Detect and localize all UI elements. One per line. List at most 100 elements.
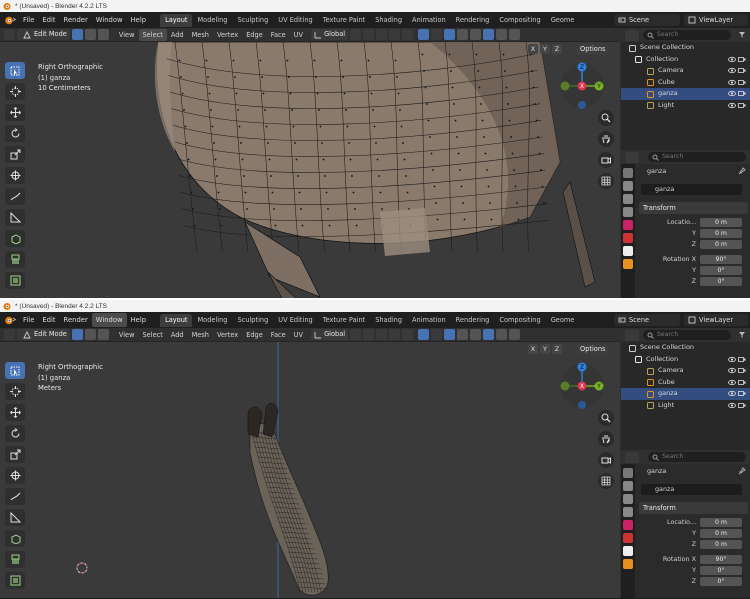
header-menu-uv[interactable]: UV xyxy=(290,329,307,341)
scene-selector[interactable]: Scene xyxy=(614,14,680,26)
tab-layout[interactable]: Layout xyxy=(160,13,193,27)
location-x-field[interactable]: 0 m xyxy=(700,218,742,227)
camera-render-icon[interactable] xyxy=(738,79,746,86)
tab-rendering[interactable]: Rendering xyxy=(451,14,495,27)
outliner-row-cube[interactable]: Cube xyxy=(621,77,750,89)
proportional-edit-button[interactable] xyxy=(389,329,401,340)
eye-icon[interactable] xyxy=(728,79,736,86)
location-z-field[interactable]: 0 m xyxy=(700,540,742,549)
filter-icon[interactable] xyxy=(738,331,746,339)
tab-sculpting[interactable]: Sculpting xyxy=(232,14,273,27)
add-cube-tool[interactable] xyxy=(5,530,25,547)
header-menu-view[interactable]: View xyxy=(115,29,139,41)
pin-icon[interactable] xyxy=(738,467,746,475)
scene-tab[interactable] xyxy=(623,220,633,230)
location-y-field[interactable]: 0 m xyxy=(700,529,742,538)
outliner-row-ganza[interactable]: ganza xyxy=(621,388,750,400)
location-y-field[interactable]: 0 m xyxy=(700,229,742,238)
properties-editor-button[interactable] xyxy=(625,451,639,463)
tab-geome[interactable]: Geome xyxy=(546,14,580,27)
ortho-toggle-button[interactable] xyxy=(598,173,614,189)
outliner-row-ganza[interactable]: ganza xyxy=(621,88,750,100)
collection-tab[interactable] xyxy=(623,546,633,556)
object-tab[interactable] xyxy=(623,259,633,269)
snap-target-button[interactable] xyxy=(376,29,388,40)
header-menu-add[interactable]: Add xyxy=(167,29,188,41)
rotation-z-field[interactable]: 0° xyxy=(700,277,742,286)
menu-file[interactable]: File xyxy=(19,313,38,327)
properties-search-input[interactable]: Search xyxy=(648,452,746,462)
eye-icon[interactable] xyxy=(728,56,736,63)
falloff-button[interactable] xyxy=(402,329,414,340)
orientation-selector[interactable]: Global xyxy=(311,29,349,40)
eye-icon[interactable] xyxy=(728,102,736,109)
render-tab[interactable] xyxy=(623,481,633,491)
mirror-y-toggle[interactable]: Y xyxy=(540,44,550,54)
rendered-shading-button[interactable] xyxy=(509,29,521,40)
zoom-button[interactable] xyxy=(598,410,614,426)
xray-button[interactable] xyxy=(457,329,469,340)
outliner-editor-button[interactable] xyxy=(625,29,639,41)
eye-icon[interactable] xyxy=(728,402,736,409)
menu-render[interactable]: Render xyxy=(60,13,92,27)
tab-texture-paint[interactable]: Texture Paint xyxy=(318,14,371,27)
eye-icon[interactable] xyxy=(728,67,736,74)
outliner-row-collection[interactable]: Collection xyxy=(621,354,750,366)
editor-type-button[interactable] xyxy=(4,29,15,40)
mirror-z-toggle[interactable]: Z xyxy=(552,344,562,354)
visibility-selector-button[interactable] xyxy=(418,29,430,40)
mirror-y-toggle[interactable]: Y xyxy=(540,344,550,354)
tab-compositing[interactable]: Compositing xyxy=(494,14,545,27)
transform-section[interactable]: Transform xyxy=(639,502,748,514)
header-menu-mesh[interactable]: Mesh xyxy=(188,329,213,341)
menu-help[interactable]: Help xyxy=(127,313,151,327)
annotate-tool[interactable] xyxy=(5,488,25,505)
snap-button[interactable] xyxy=(363,29,375,40)
xray-button[interactable] xyxy=(457,29,469,40)
camera-view-button[interactable] xyxy=(598,452,614,468)
rendered-shading-button[interactable] xyxy=(509,329,521,340)
world-tab[interactable] xyxy=(623,533,633,543)
menu-edit[interactable]: Edit xyxy=(38,13,59,27)
inset-tool[interactable] xyxy=(5,272,25,289)
scale-tool[interactable] xyxy=(5,146,25,163)
edge-select-button[interactable] xyxy=(84,29,96,40)
solid-shading-button[interactable] xyxy=(483,29,495,40)
properties-search-input[interactable]: Search xyxy=(648,152,746,162)
tab-texture-paint[interactable]: Texture Paint xyxy=(318,314,371,327)
view-layer-tab[interactable] xyxy=(623,507,633,517)
move-tool[interactable] xyxy=(5,104,25,121)
select-box-tool[interactable] xyxy=(5,62,25,79)
scene-tab[interactable] xyxy=(623,520,633,530)
scale-tool[interactable] xyxy=(5,446,25,463)
properties-editor-button[interactable] xyxy=(625,151,639,163)
header-menu-vertex[interactable]: Vertex xyxy=(213,29,242,41)
move-tool[interactable] xyxy=(5,404,25,421)
viewlayer-selector[interactable]: ViewLayer xyxy=(684,14,748,26)
scene-selector[interactable]: Scene xyxy=(614,314,680,326)
header-menu-edge[interactable]: Edge xyxy=(242,29,267,41)
camera-view-button[interactable] xyxy=(598,152,614,168)
tab-rendering[interactable]: Rendering xyxy=(451,314,495,327)
menu-file[interactable]: File xyxy=(19,13,38,27)
select-box-tool[interactable] xyxy=(5,362,25,379)
blender-menu-icon[interactable] xyxy=(3,14,17,26)
outliner-row-camera[interactable]: Camera xyxy=(621,365,750,377)
tab-layout[interactable]: Layout xyxy=(160,313,193,327)
tool-tab[interactable] xyxy=(623,468,633,478)
tab-modeling[interactable]: Modeling xyxy=(192,14,232,27)
annotate-tool[interactable] xyxy=(5,188,25,205)
tab-animation[interactable]: Animation xyxy=(407,14,451,27)
outliner-row-collection[interactable]: Collection xyxy=(621,54,750,66)
tab-animation[interactable]: Animation xyxy=(407,314,451,327)
outliner-row-light[interactable]: Light xyxy=(621,100,750,112)
header-menu-face[interactable]: Face xyxy=(267,29,290,41)
tab-geome[interactable]: Geome xyxy=(546,314,580,327)
gizmo-button[interactable] xyxy=(431,29,443,40)
ortho-toggle-button[interactable] xyxy=(598,473,614,489)
gizmo-button[interactable] xyxy=(431,329,443,340)
eye-icon[interactable] xyxy=(728,390,736,397)
outliner-row-camera[interactable]: Camera xyxy=(621,65,750,77)
outliner-row-light[interactable]: Light xyxy=(621,400,750,412)
add-cube-tool[interactable] xyxy=(5,230,25,247)
